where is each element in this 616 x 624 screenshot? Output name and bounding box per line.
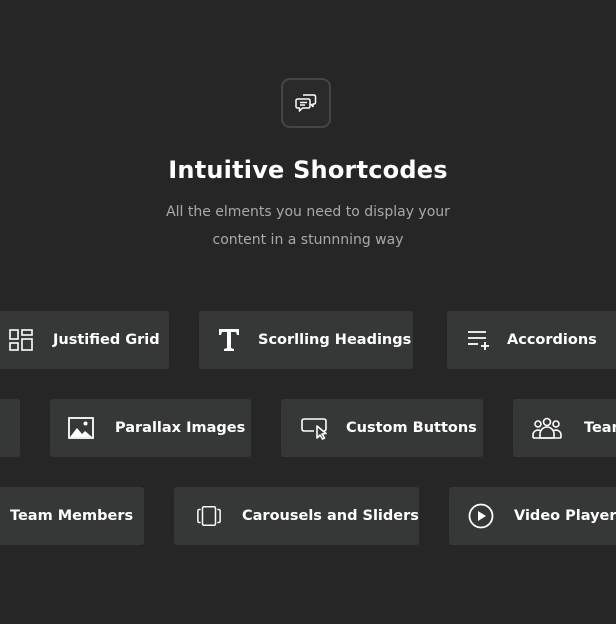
feature-label: Custom Buttons <box>346 420 477 436</box>
group-icon <box>531 415 563 441</box>
feature-card-parallax-images[interactable]: Parallax Images <box>50 399 251 457</box>
text-t-icon <box>216 327 242 353</box>
subtitle-line-2: content in a stunnning way <box>212 232 404 248</box>
feature-card-accordions[interactable]: Accordions <box>447 311 616 369</box>
feature-label: Accordions <box>507 332 597 348</box>
feature-card-team[interactable]: Team <box>513 399 616 457</box>
chat-bubbles-icon <box>281 78 331 128</box>
feature-label: Team <box>584 420 616 436</box>
feature-card-team-members[interactable]: Team Members <box>0 487 144 545</box>
play-circle-icon <box>468 503 494 529</box>
subtitle-line-1: All the elments you need to display your <box>166 204 450 220</box>
feature-card-justified-grid[interactable]: Justified Grid <box>0 311 169 369</box>
feature-card-carousels-sliders[interactable]: Carousels and Sliders <box>174 487 419 545</box>
feature-card-video-player[interactable]: Video Player <box>449 487 616 545</box>
button-cursor-icon <box>300 415 330 441</box>
feature-label: Team Members <box>10 508 134 524</box>
carousel-icon <box>196 503 222 529</box>
feature-label: Parallax Images <box>115 420 246 436</box>
grid-layout-icon <box>8 327 34 353</box>
image-icon <box>68 415 94 441</box>
feature-label: Justified Grid <box>53 332 160 348</box>
page-title: Intuitive Shortcodes <box>168 156 448 184</box>
feature-label: Video Player <box>514 508 616 524</box>
feature-label: Carousels and Sliders <box>242 508 419 524</box>
feature-card-partial[interactable] <box>0 399 20 457</box>
feature-label: Scorlling Headings <box>258 332 412 348</box>
feature-card-custom-buttons[interactable]: Custom Buttons <box>281 399 483 457</box>
list-add-icon <box>465 327 491 353</box>
feature-card-scrolling-headings[interactable]: Scorlling Headings <box>199 311 413 369</box>
